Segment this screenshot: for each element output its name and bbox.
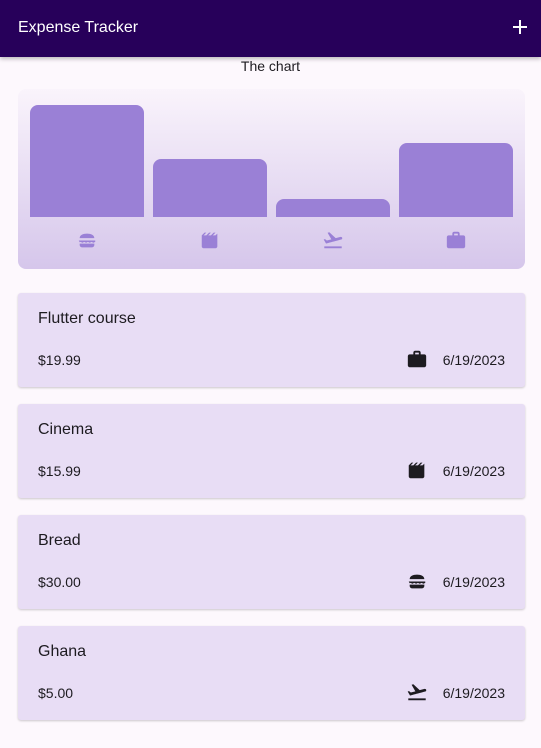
bar-slot-food <box>30 105 144 217</box>
bar-flight <box>276 199 390 217</box>
expense-amount: $15.99 <box>38 463 81 479</box>
expense-title: Flutter course <box>38 310 136 327</box>
movie-icon <box>406 459 428 481</box>
work-icon <box>445 229 467 251</box>
expense-title: Cinema <box>38 421 94 438</box>
app-title: Expense Tracker <box>18 19 139 36</box>
bar-food <box>30 105 144 217</box>
work-icon <box>406 348 428 370</box>
expense-amount: $19.99 <box>38 352 81 368</box>
expense-card[interactable]: Ghana $5.00 6/19/2023 <box>18 626 525 720</box>
chart-caption: The chart <box>240 58 301 74</box>
expense-date: 6/19/2023 <box>442 685 505 701</box>
expense-title: Ghana <box>38 643 87 660</box>
expense-card[interactable]: Bread $30.00 6/19/2023 <box>18 515 525 609</box>
bar-slot-movie <box>153 105 267 217</box>
expense-amount: $30.00 <box>38 574 81 590</box>
expense-card[interactable]: Flutter course $19.99 6/19/2023 <box>18 293 525 387</box>
bar-slot-flight <box>276 105 390 217</box>
expense-date: 6/19/2023 <box>442 352 505 368</box>
expense-amount: $5.00 <box>38 685 74 701</box>
app-bar: Expense Tracker <box>0 0 541 57</box>
bars-area <box>26 97 517 217</box>
bar-movie <box>153 158 267 217</box>
expense-card[interactable]: Cinema $15.99 6/19/2023 <box>18 404 525 498</box>
chart-panel <box>18 89 525 269</box>
expense-title: Bread <box>38 532 81 549</box>
food-icon <box>76 229 98 251</box>
bar-work <box>399 143 513 217</box>
flight-icon <box>406 681 428 703</box>
movie-icon <box>199 229 221 251</box>
bar-slot-work <box>399 105 513 217</box>
food-icon <box>406 570 428 592</box>
expense-date: 6/19/2023 <box>442 463 505 479</box>
add-icon[interactable] <box>509 16 531 38</box>
flight-icon <box>322 229 344 251</box>
expense-date: 6/19/2023 <box>442 574 505 590</box>
